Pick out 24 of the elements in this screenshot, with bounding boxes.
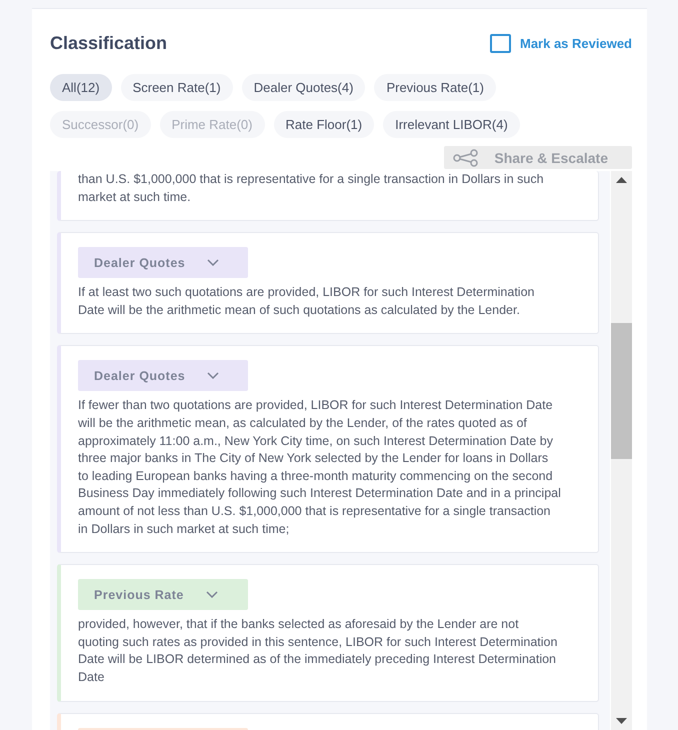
scroll-down-icon [616, 718, 627, 724]
filter-chip[interactable]: Irrelevant LIBOR(4) [383, 111, 520, 138]
filter-chip[interactable]: Screen Rate(1) [120, 74, 233, 101]
filter-chip[interactable]: All(12) [50, 74, 112, 101]
clause-text: If at least two such quotations are provided, LIBOR for such Interest Determination Date will be the arithmetic mean of such quotations as calculated by the Lender. [78, 284, 536, 319]
share-icon [452, 148, 480, 166]
scroll-up-icon [616, 177, 627, 183]
chevron-down-icon [207, 372, 220, 380]
clause-text: If fewer than two quotations are provided, LIBOR for such Interest Determination Date will be the arithmetic mean, as calculated by the Lender, of the rates quoted as of approximately 11:00 a.m., New York City time, on such Interest Determination Date by three major banks in The City of New York selected by the Lender for loans in Dollars to leading European banks having a three-month maturity commencing on the second Business Day immediately following such Interest Determination Date and in a principal amount of not less than U.S. $1,000,000 that is representative for a single transaction in Dollars in such market at such time; [78, 397, 561, 538]
scrollbar[interactable] [611, 171, 632, 730]
category-dropdown[interactable]: Dealer Quotes [78, 360, 248, 392]
clause-text: than U.S. $1,000,000 that is representative for a single transaction in Dollars in such market at such time. [78, 171, 545, 206]
filter-chip[interactable]: Previous Rate(1) [374, 74, 496, 101]
mark-reviewed-checkbox[interactable]: Mark as Reviewed [490, 34, 632, 53]
filter-chip[interactable]: Dealer Quotes(4) [242, 74, 366, 101]
category-dropdown[interactable]: Dealer Quotes [78, 247, 248, 278]
chevron-down-icon [206, 591, 218, 598]
chevron-down-icon [207, 259, 220, 266]
section-title: Classification [50, 33, 168, 54]
filter-chip[interactable]: Rate Floor(1) [274, 111, 374, 138]
share-escalate-button[interactable]: Share & Escalate [444, 146, 632, 169]
category-dropdown[interactable]: Previous Rate [78, 579, 248, 610]
scrollbar-thumb[interactable] [611, 323, 632, 459]
clause-text: provided, however, that if the banks selected as aforesaid by the Lender are not quoting such rates as provided in this sentence, LIBOR for such Interest Determination Date will be LIBOR determined as of the immediately preceding Interest Determination Date [78, 616, 558, 686]
